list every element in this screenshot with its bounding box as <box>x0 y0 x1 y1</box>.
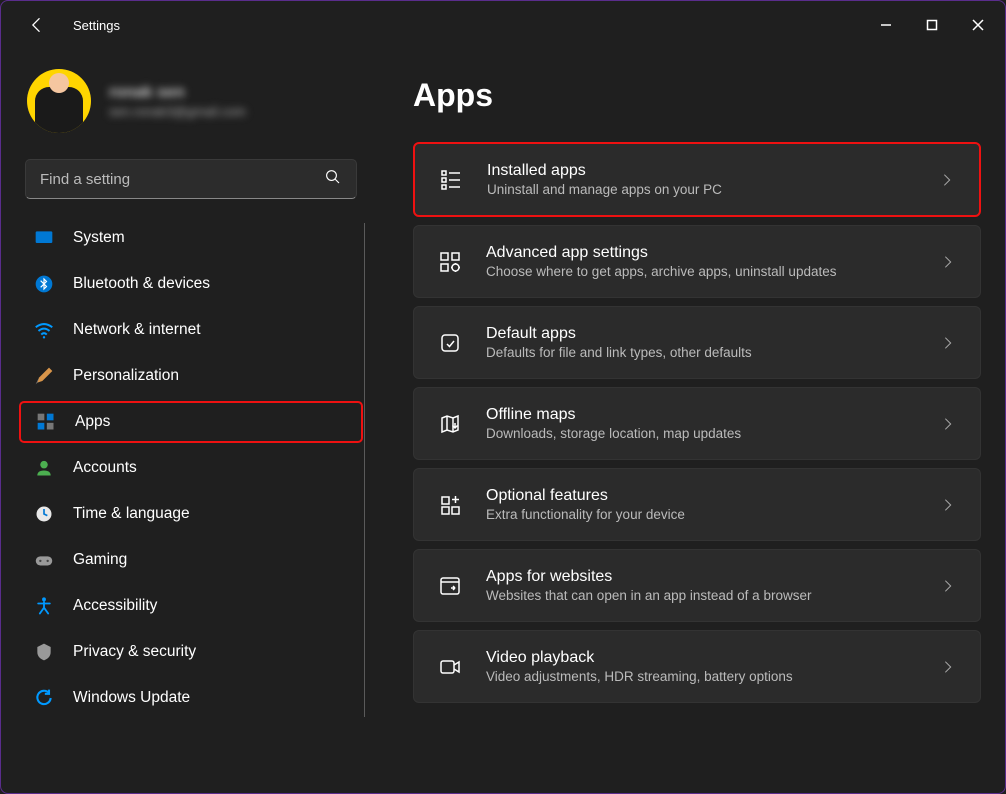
sidebar: ronak sen sen.ronak3@gmail.com System Bl… <box>1 49 381 793</box>
chevron-right-icon <box>938 576 958 596</box>
default-apps-icon <box>436 329 464 357</box>
offline-maps-icon <box>436 410 464 438</box>
chevron-right-icon <box>938 414 958 434</box>
back-button[interactable] <box>25 13 49 37</box>
gaming-icon <box>33 549 55 571</box>
accounts-icon <box>33 457 55 479</box>
card-subtitle: Choose where to get apps, archive apps, … <box>486 264 938 279</box>
user-email: sen.ronak3@gmail.com <box>109 104 246 119</box>
sidebar-item-label: Bluetooth & devices <box>73 275 210 293</box>
sidebar-item-label: Accessibility <box>73 597 157 615</box>
chevron-right-icon <box>938 657 958 677</box>
search-box[interactable] <box>25 159 357 199</box>
card-subtitle: Defaults for file and link types, other … <box>486 345 938 360</box>
card-default-apps[interactable]: Default apps Defaults for file and link … <box>413 306 981 379</box>
chevron-right-icon <box>937 170 957 190</box>
search-icon <box>324 168 342 191</box>
sidebar-item-label: Personalization <box>73 367 179 385</box>
sidebar-item-label: Windows Update <box>73 689 190 707</box>
sidebar-item-time-language[interactable]: Time & language <box>19 493 363 535</box>
windows-update-icon <box>33 687 55 709</box>
search-input[interactable] <box>40 171 324 188</box>
page-title: Apps <box>413 77 981 114</box>
card-subtitle: Websites that can open in an app instead… <box>486 588 938 603</box>
user-profile[interactable]: ronak sen sen.ronak3@gmail.com <box>19 49 363 157</box>
sidebar-item-label: Privacy & security <box>73 643 196 661</box>
card-subtitle: Video adjustments, HDR streaming, batter… <box>486 669 938 684</box>
card-title: Video playback <box>486 649 938 667</box>
close-button[interactable] <box>955 5 1001 45</box>
titlebar: Settings <box>1 1 1005 49</box>
sidebar-item-label: Time & language <box>73 505 190 523</box>
window-title: Settings <box>73 18 120 33</box>
chevron-right-icon <box>938 252 958 272</box>
sidebar-item-network[interactable]: Network & internet <box>19 309 363 351</box>
sidebar-item-gaming[interactable]: Gaming <box>19 539 363 581</box>
sidebar-item-system[interactable]: System <box>19 217 363 259</box>
bluetooth-icon <box>33 273 55 295</box>
nav: System Bluetooth & devices Network & int… <box>19 217 363 719</box>
maximize-button[interactable] <box>909 5 955 45</box>
personalization-icon <box>33 365 55 387</box>
window-controls <box>863 5 1001 45</box>
card-subtitle: Extra functionality for your device <box>486 507 938 522</box>
card-video-playback[interactable]: Video playback Video adjustments, HDR st… <box>413 630 981 703</box>
system-icon <box>33 227 55 249</box>
chevron-right-icon <box>938 495 958 515</box>
privacy-icon <box>33 641 55 663</box>
sidebar-item-privacy[interactable]: Privacy & security <box>19 631 363 673</box>
sidebar-item-apps[interactable]: Apps <box>19 401 363 443</box>
chevron-right-icon <box>938 333 958 353</box>
apps-for-websites-icon <box>436 572 464 600</box>
card-advanced-app-settings[interactable]: Advanced app settings Choose where to ge… <box>413 225 981 298</box>
card-subtitle: Uninstall and manage apps on your PC <box>487 182 937 197</box>
card-title: Apps for websites <box>486 568 938 586</box>
card-apps-for-websites[interactable]: Apps for websites Websites that can open… <box>413 549 981 622</box>
sidebar-item-label: Accounts <box>73 459 137 477</box>
card-title: Optional features <box>486 487 938 505</box>
main-content: Apps Installed apps Uninstall and manage… <box>381 49 1005 793</box>
sidebar-item-label: System <box>73 229 125 247</box>
sidebar-item-label: Apps <box>75 413 110 431</box>
card-offline-maps[interactable]: Offline maps Downloads, storage location… <box>413 387 981 460</box>
nav-separator <box>364 223 365 717</box>
installed-apps-icon <box>437 166 465 194</box>
card-optional-features[interactable]: Optional features Extra functionality fo… <box>413 468 981 541</box>
apps-icon <box>35 411 57 433</box>
card-title: Installed apps <box>487 162 937 180</box>
sidebar-item-label: Network & internet <box>73 321 201 339</box>
advanced-settings-icon <box>436 248 464 276</box>
minimize-button[interactable] <box>863 5 909 45</box>
card-title: Default apps <box>486 325 938 343</box>
sidebar-item-bluetooth[interactable]: Bluetooth & devices <box>19 263 363 305</box>
time-language-icon <box>33 503 55 525</box>
sidebar-item-personalization[interactable]: Personalization <box>19 355 363 397</box>
optional-features-icon <box>436 491 464 519</box>
accessibility-icon <box>33 595 55 617</box>
sidebar-item-label: Gaming <box>73 551 127 569</box>
sidebar-item-windows-update[interactable]: Windows Update <box>19 677 363 719</box>
card-installed-apps[interactable]: Installed apps Uninstall and manage apps… <box>413 142 981 217</box>
card-subtitle: Downloads, storage location, map updates <box>486 426 938 441</box>
card-title: Offline maps <box>486 406 938 424</box>
user-name: ronak sen <box>109 84 246 102</box>
avatar <box>27 69 91 133</box>
sidebar-item-accessibility[interactable]: Accessibility <box>19 585 363 627</box>
sidebar-item-accounts[interactable]: Accounts <box>19 447 363 489</box>
wifi-icon <box>33 319 55 341</box>
video-playback-icon <box>436 653 464 681</box>
card-title: Advanced app settings <box>486 244 938 262</box>
